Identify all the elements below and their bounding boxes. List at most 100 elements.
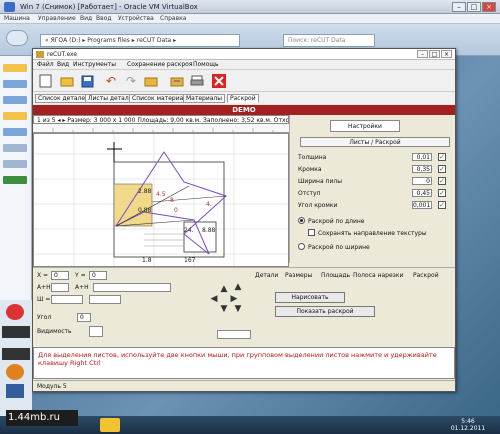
legend-5[interactable]: Раскрой [413, 272, 439, 279]
h-input[interactable] [89, 295, 121, 304]
w-label: Ш = [37, 296, 51, 303]
radio-cut-length[interactable] [298, 217, 305, 224]
close-red-icon[interactable] [211, 73, 227, 89]
panel-subheader[interactable]: Листы / Раскрой [300, 137, 450, 147]
firefox-icon[interactable] [6, 364, 24, 380]
arrow-left-icon[interactable]: ◀ [209, 294, 219, 304]
clock[interactable]: 5:46 01.12.2011 [448, 418, 488, 432]
undo-icon[interactable]: ↶ [103, 73, 119, 89]
virtualbox-icon [4, 2, 15, 12]
legend-4[interactable]: Полоса нарезки [353, 272, 403, 279]
checkbox[interactable]: ✓ [438, 177, 446, 185]
layout-canvas[interactable]: 0.88 2.88 24. 8.88 8 4. 4.5 0 1.8 167 [33, 133, 289, 267]
radio-cut-width[interactable] [298, 243, 305, 250]
checkbox[interactable]: ✓ [438, 153, 446, 161]
library-icon[interactable] [3, 80, 27, 88]
label-a: 0.88 [138, 207, 152, 214]
draw-button[interactable]: Нарисовать [275, 292, 345, 303]
vm-menu-machine[interactable]: Машина [4, 15, 30, 22]
menu-save-layout[interactable]: Сохранение раскроя [127, 61, 192, 68]
label-b: 2.88 [138, 188, 152, 195]
library-icon[interactable] [3, 96, 27, 104]
setting-label: Толщина [298, 154, 327, 161]
rotate-down-icon[interactable]: ▼ [233, 304, 243, 314]
tab-strip: Список деталей Листы деталей Список мате… [33, 92, 455, 104]
setting-value[interactable]: 0,35 [412, 165, 432, 173]
setting-value[interactable]: 0 [412, 177, 432, 185]
demo-banner: DEMO [33, 105, 455, 115]
ay-input[interactable] [93, 283, 171, 292]
folder-icon[interactable] [3, 64, 27, 72]
tab-layout[interactable]: Раскрой [227, 94, 259, 103]
vm-menu-bar: Машина Управление Вид Ввод Устройства Сп… [0, 14, 500, 24]
arrow-up-icon[interactable]: ▲ [219, 284, 229, 294]
legend-3[interactable]: Площадь [321, 272, 350, 279]
back-forward-icon[interactable] [6, 30, 28, 46]
computer-icon[interactable] [3, 128, 27, 136]
arrow-down-icon[interactable]: ▼ [219, 304, 229, 314]
checkbox[interactable]: ✓ [438, 165, 446, 173]
vm-menu-devices[interactable]: Устройства [118, 15, 154, 22]
minimize-button[interactable]: – [452, 2, 466, 12]
save-icon[interactable] [79, 73, 95, 89]
menu-file[interactable]: Файл [37, 61, 54, 68]
properties-area: X = 0 Y = 0 А+Н А+Н Ш = Угол 0 Видимость… [33, 267, 455, 347]
new-document-icon[interactable] [37, 73, 53, 89]
folder-icon[interactable] [3, 112, 27, 120]
vm-menu-control[interactable]: Управление [38, 15, 76, 22]
checkbox[interactable]: ✓ [438, 189, 446, 197]
network-icon[interactable] [3, 176, 27, 184]
visible-input[interactable] [89, 326, 103, 337]
vm-menu-input[interactable]: Ввод [96, 15, 111, 22]
radio-cut-width-label: Раскрой по ширине [308, 244, 370, 251]
address-bar[interactable]: « ЯГОА (D:) ▸ Programs files ▸ reCUT Dat… [40, 34, 240, 47]
drive-icon[interactable] [3, 160, 27, 168]
vm-menu-view[interactable]: Вид [80, 15, 92, 22]
rot-input[interactable]: 0 [77, 313, 91, 322]
checkbox-texture[interactable] [308, 229, 315, 236]
ax-input[interactable] [51, 283, 69, 292]
setting-row: Кромка 0,35 ✓ [298, 165, 453, 174]
desktop-shortcut-icon[interactable] [2, 348, 30, 360]
show-layout-button[interactable]: Показать раскрой [275, 306, 375, 317]
drive-icon[interactable] [3, 144, 27, 152]
vm-menu-help[interactable]: Справка [160, 15, 186, 22]
app-close-button[interactable]: × [441, 50, 452, 58]
open-folder-icon[interactable] [59, 73, 75, 89]
folder-icon[interactable] [143, 73, 159, 89]
setting-value[interactable]: 0,001 [412, 201, 432, 209]
position-slider[interactable] [217, 330, 251, 339]
desktop-shortcut-icon[interactable] [2, 326, 30, 338]
tab-parts-list[interactable]: Список деталей [35, 94, 92, 103]
open-file-icon[interactable] [169, 73, 185, 89]
setting-value[interactable]: 0,45 [412, 189, 432, 197]
menu-help[interactable]: Помощь [193, 61, 219, 68]
menu-view[interactable]: Вид [57, 61, 69, 68]
legend-2[interactable]: Размеры [285, 272, 312, 279]
radio-cut-length-label: Раскрой по длине [308, 218, 365, 225]
menu-tools[interactable]: Инструменты [73, 61, 116, 68]
legend-1[interactable]: Детали [255, 272, 278, 279]
checkbox[interactable]: ✓ [438, 201, 446, 209]
setting-value[interactable]: 0,01 [412, 153, 432, 161]
app-shortcut-icon[interactable] [6, 304, 24, 320]
maximize-button[interactable]: □ [467, 2, 481, 12]
clock-time: 5:46 [461, 418, 475, 425]
app-maximize-button[interactable]: □ [429, 50, 440, 58]
app-minimize-button[interactable]: – [417, 50, 428, 58]
taskbar-app-icon[interactable] [100, 418, 120, 432]
explorer-search-input[interactable]: Поиск: reCUT Data [283, 34, 375, 47]
rotate-up-icon[interactable]: ▲ [233, 282, 243, 292]
w-input[interactable] [51, 295, 83, 304]
tab-materials[interactable]: Материалы [183, 94, 225, 103]
arrow-right-icon[interactable]: ▶ [229, 294, 239, 304]
print-icon[interactable] [189, 73, 205, 89]
app-title-bar: reCUT.exe – □ × [33, 49, 455, 60]
redo-icon[interactable]: ↷ [123, 73, 139, 89]
layout-drawing[interactable]: 0.88 2.88 24. 8.88 8 4. 4.5 0 1.8 167 [34, 134, 289, 267]
x-input[interactable]: 0 [51, 271, 69, 280]
y-input[interactable]: 0 [89, 271, 107, 280]
panel-header: Настройки [330, 120, 400, 132]
close-button[interactable]: × [482, 2, 496, 12]
word-icon[interactable] [6, 384, 24, 398]
